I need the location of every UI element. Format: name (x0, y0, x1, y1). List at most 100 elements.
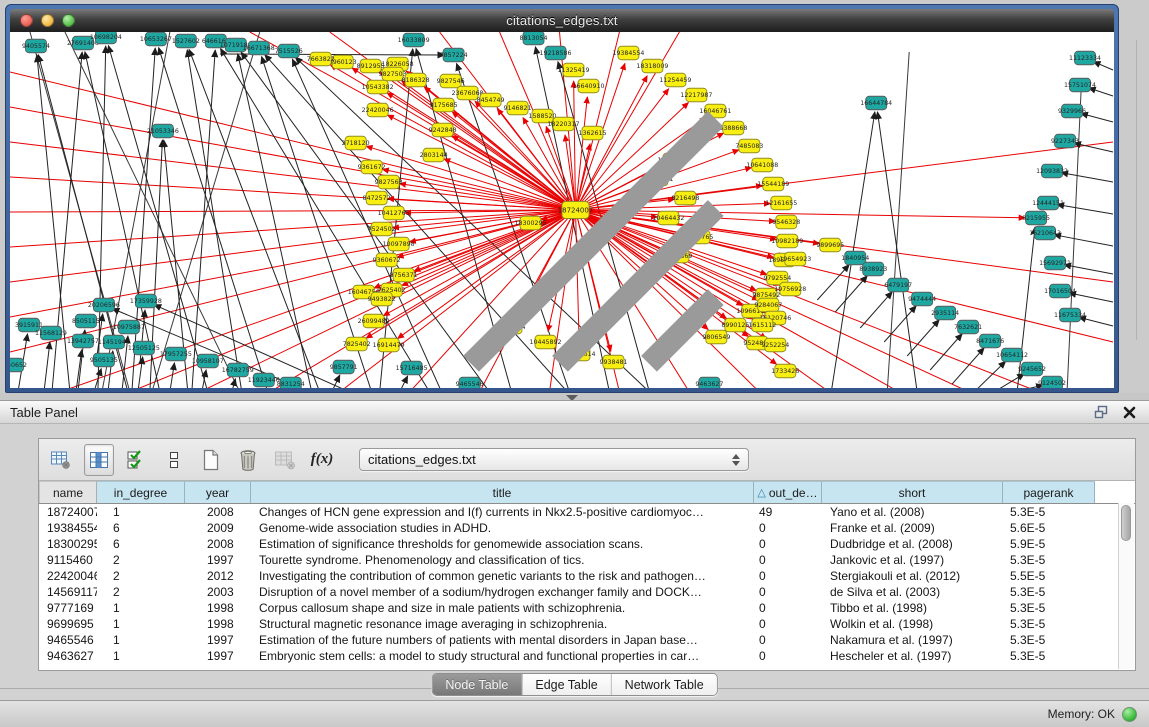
column-header-short[interactable]: short (822, 481, 1003, 503)
table-cell: 5.3E-5 (1003, 504, 1095, 520)
function-builder-icon[interactable]: f(x) (308, 445, 336, 475)
table-row[interactable]: 946362711997Embryonic stem cells: a mode… (39, 648, 1135, 664)
table-cell: 6 (97, 520, 185, 536)
table-cell: 9465546 (39, 632, 97, 648)
table-cell: 9699695 (39, 616, 97, 632)
table-cell: Estimation of the future numbers of pati… (251, 632, 754, 648)
table-cell: 1 (97, 648, 185, 664)
table-cell: 1998 (185, 600, 251, 616)
table-cell: 5.3E-5 (1003, 648, 1095, 664)
table-cell: 0 (754, 648, 822, 664)
table-panel-titlebar: Table Panel (0, 400, 1149, 424)
float-window-icon[interactable] (1091, 403, 1111, 421)
tab-edge-table[interactable]: Edge Table (522, 674, 611, 695)
table-cell: 22420046 (39, 568, 97, 584)
table-cell: 0 (754, 552, 822, 568)
select-columns-icon[interactable] (123, 445, 151, 475)
table-cell: Stergiakouli et al. (2012) (822, 568, 1003, 584)
network-view-window: citations_edges.txt 89601238912955182260… (5, 4, 1119, 393)
table-cell: 1 (97, 616, 185, 632)
table-row[interactable]: 1830029562008Estimation of significance … (39, 536, 1135, 552)
show-column-icon[interactable] (84, 444, 114, 476)
table-row[interactable]: 1938455462009Genome-wide association stu… (39, 520, 1135, 536)
table-cell: Disruption of a novel member of a sodium… (251, 584, 754, 600)
table-select-dropdown[interactable]: citations_edges.txt (359, 448, 749, 471)
close-panel-icon[interactable] (1119, 403, 1139, 421)
column-header-name[interactable]: name (39, 481, 97, 503)
table-select-value: citations_edges.txt (368, 452, 732, 467)
column-header-year[interactable]: year (185, 481, 251, 503)
table-cell: 9463627 (39, 648, 97, 664)
table-cell: 0 (754, 584, 822, 600)
table-cell: Dudbridge et al. (2008) (822, 536, 1003, 552)
table-row[interactable]: 1456911722003Disruption of a novel membe… (39, 584, 1135, 600)
table-cell: Genome-wide association studies in ADHD. (251, 520, 754, 536)
vertical-scrollbar[interactable] (1118, 503, 1134, 669)
table-row[interactable]: 977716911998Corpus callosum shape and si… (39, 600, 1135, 616)
zoom-button[interactable] (62, 14, 75, 27)
new-file-icon[interactable] (197, 445, 225, 475)
table-cell: 1998 (185, 616, 251, 632)
table-cell: Estimation of significance thresholds fo… (251, 536, 754, 552)
table-cell: 18724007 (39, 504, 97, 520)
sort-ascending-icon: △ (757, 486, 765, 499)
table-cell: 5.3E-5 (1003, 584, 1095, 600)
table-cell: 0 (754, 520, 822, 536)
table-cell: 2 (97, 552, 185, 568)
table-cell: 0 (754, 632, 822, 648)
table-cell: Tourette syndrome. Phenomenology and cla… (251, 552, 754, 568)
table-cell: 0 (754, 536, 822, 552)
scrollbar-thumb[interactable] (1121, 505, 1131, 541)
table-cell: 1997 (185, 552, 251, 568)
table-cell: Embryonic stem cells: a model to study s… (251, 648, 754, 664)
memory-ok-indicator-icon (1122, 707, 1137, 722)
table-settings-icon[interactable] (47, 445, 75, 475)
table-row[interactable]: 1872400712008Changes of HCN gene express… (39, 504, 1135, 520)
table-cell: Wolkin et al. (1998) (822, 616, 1003, 632)
node-table: namein_degreeyeartitle△out_de…shortpager… (39, 481, 1135, 670)
tab-node-table[interactable]: Node Table (432, 674, 522, 695)
table-cell: Tibbo et al. (1998) (822, 600, 1003, 616)
row-height-icon[interactable] (160, 445, 188, 475)
table-cell: 2012 (185, 568, 251, 584)
table-toolbar: f(x) citations_edges.txt (39, 439, 1135, 481)
table-cell: 9115460 (39, 552, 97, 568)
column-header-out_de[interactable]: △out_de… (754, 481, 822, 503)
column-header-pagerank[interactable]: pagerank (1003, 481, 1095, 503)
tab-network-table[interactable]: Network Table (612, 674, 717, 695)
network-canvas[interactable]: 8960123891295518226058982750381863281054… (10, 32, 1114, 388)
minimize-button[interactable] (41, 14, 54, 27)
table-row[interactable]: 2242004622012Investigating the contribut… (39, 568, 1135, 584)
table-cell: Corpus callosum shape and size in male p… (251, 600, 754, 616)
table-cell: 9777169 (39, 600, 97, 616)
table-row[interactable]: 911546021997Tourette syndrome. Phenomeno… (39, 552, 1135, 568)
table-cell: 5.3E-5 (1003, 552, 1095, 568)
table-cell: 2008 (185, 536, 251, 552)
memory-status-label: Memory: OK (1048, 707, 1115, 721)
table-row[interactable]: 969969511998Structural magnetic resonanc… (39, 616, 1135, 632)
resize-grip[interactable] (10, 32, 1112, 386)
table-cell: 2 (97, 584, 185, 600)
window-titlebar[interactable]: citations_edges.txt (10, 9, 1114, 32)
table-row[interactable]: 946554611997Estimation of the future num… (39, 632, 1135, 648)
table-cell: Changes of HCN gene expression and I(f) … (251, 504, 754, 520)
table-cell: Jankovic et al. (1997) (822, 552, 1003, 568)
table-cell: 2008 (185, 504, 251, 520)
table-cell: 1 (97, 600, 185, 616)
table-cell: 0 (754, 616, 822, 632)
table-cell: 1 (97, 632, 185, 648)
table-cell: Nakamura et al. (1997) (822, 632, 1003, 648)
table-cell: 5.9E-5 (1003, 536, 1095, 552)
table-cell: Structural magnetic resonance image aver… (251, 616, 754, 632)
function-builder-label: f(x) (311, 451, 334, 468)
delete-table-icon[interactable] (234, 445, 262, 475)
close-button[interactable] (20, 14, 33, 27)
table-cell: 5.3E-5 (1003, 632, 1095, 648)
column-header-in_degree[interactable]: in_degree (97, 481, 185, 503)
column-header-title[interactable]: title (251, 481, 754, 503)
table-cell: 2 (97, 568, 185, 584)
table-cell: de Silva et al. (2003) (822, 584, 1003, 600)
table-cell: 1 (97, 504, 185, 520)
table-cell: 2003 (185, 584, 251, 600)
table-cell: 19384554 (39, 520, 97, 536)
